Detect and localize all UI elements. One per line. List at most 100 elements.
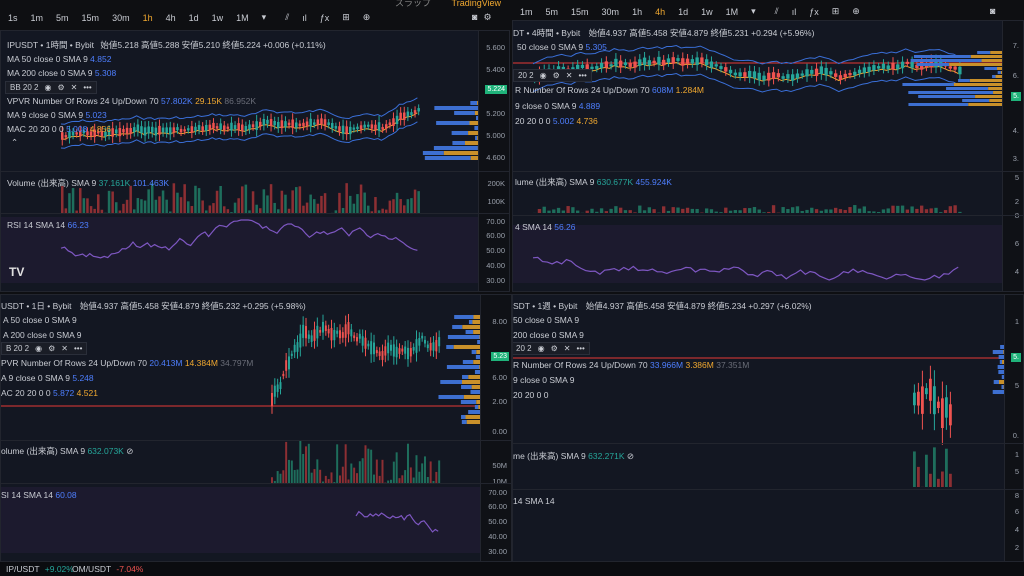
ma50-legend[interactable]: 50 close 0 SMA 9 5.305 (517, 42, 607, 52)
settings-icon[interactable]: ⚙ (483, 12, 491, 23)
volume-subpane[interactable]: Volume (出来高) SMA 9 37.161K 101.463K (1, 171, 509, 188)
ma200-legend[interactable]: A 200 close 0 SMA 9 (3, 330, 81, 340)
symbol-legend[interactable]: USDT • 1日 • Bybit 始値4.937 高値5.458 安値4.87… (1, 300, 306, 312)
rsi-subpane[interactable]: 4 SMA 14 56.26 (513, 215, 1023, 232)
eye-icon[interactable]: ◉ (44, 83, 51, 92)
close-icon[interactable]: ✕ (71, 83, 78, 92)
chart-pane-1d[interactable]: 8.00 6.00 2.00 0.00 5.23 50M 10M 70.00 6… (0, 294, 512, 562)
volume-subpane[interactable]: lume (出来高) SMA 9 630.677K 455.924K (513, 171, 1023, 187)
interval-1d[interactable]: 1d (678, 7, 688, 17)
close-icon[interactable]: ✕ (566, 71, 573, 80)
price-axis[interactable]: 5.600 5.400 5.200 5.000 4.600 5.224 200K… (478, 31, 509, 291)
interval-30m[interactable]: 30m (602, 7, 620, 17)
bb-legend-controls[interactable]: 20 2 ◉ ⚙ ✕ ••• (513, 69, 592, 82)
replay-icon[interactable]: ⊕ (852, 6, 860, 17)
macd-legend[interactable]: AC 20 20 0 0 5.872 4.521 (1, 388, 98, 398)
rsi-legend[interactable]: RSI 14 SMA 14 66.23 (7, 220, 89, 230)
settings-icon[interactable]: ⚙ (57, 83, 64, 92)
eye-icon[interactable]: ◉ (540, 71, 547, 80)
symbol-legend[interactable]: SDT • 1週 • Bybit 始値4.937 高値5.458 安値4.879… (513, 300, 812, 312)
close-icon[interactable]: ✕ (564, 344, 571, 353)
bb-legend-controls[interactable]: B 20 2 ◉ ⚙ ✕ ••• (1, 342, 88, 355)
vpvr-legend[interactable]: PVR Number Of Rows 24 Up/Down 70 20.413M… (1, 358, 253, 368)
price-axis[interactable]: 8.00 6.00 2.00 0.00 5.23 50M 10M 70.00 6… (480, 295, 511, 561)
replay-icon[interactable]: ⊕ (363, 12, 371, 23)
symbol-legend[interactable]: IPUSDT • 1時間 • Bybit 始値5.218 高値5.288 安値5… (7, 39, 326, 51)
ma50-legend[interactable]: A 50 close 0 SMA 9 (3, 315, 77, 325)
interval-1w[interactable]: 1w (701, 7, 713, 17)
price-axis[interactable]: 7. 6. 4. 3. 5. 5 2 8 6 4 (1002, 21, 1023, 291)
more-icon[interactable]: ••• (576, 344, 584, 353)
fx-icon[interactable]: ƒx (320, 13, 330, 23)
interval-1m[interactable]: 1m (31, 13, 44, 23)
rsi-legend[interactable]: 4 SMA 14 56.26 (515, 222, 576, 232)
indicator-icon[interactable]: ⫽ (285, 12, 289, 23)
interval-1w[interactable]: 1w (212, 13, 224, 23)
interval-5m[interactable]: 5m (56, 13, 69, 23)
layout-icon[interactable]: ⊞ (342, 12, 350, 23)
macd-legend[interactable]: 20 20 0 0 5.002 4.736 (515, 116, 598, 126)
ma9-legend[interactable]: 9 close 0 SMA 9 4.889 (515, 101, 600, 111)
ma200-legend[interactable]: MA 200 close 0 SMA 9 5.308 (7, 68, 116, 78)
interval-1h[interactable]: 1h (632, 7, 642, 17)
layout-icon[interactable]: ⊞ (832, 6, 840, 17)
interval-4h[interactable]: 4h (655, 7, 665, 17)
vpvr-legend[interactable]: R Number Of Rows 24 Up/Down 70 33.966M 3… (513, 360, 749, 370)
volume-legend[interactable]: olume (出来高) SMA 9 632.073K ⊘ (1, 445, 133, 457)
ma9-legend[interactable]: A 9 close 0 SMA 9 5.248 (1, 373, 94, 383)
ticker-item-ipusdt[interactable]: IP/USDT +9.02% (6, 564, 74, 574)
interval-1M[interactable]: 1M (236, 13, 249, 23)
ma50-legend[interactable]: MA 50 close 0 SMA 9 4.852 (7, 54, 111, 64)
fx-icon[interactable]: ƒx (809, 7, 819, 17)
rsi-subpane[interactable]: RSI 14 SMA 14 66.23 (1, 213, 509, 230)
collapse-icon[interactable]: ⌃ (11, 137, 18, 148)
ma200-legend[interactable]: 200 close 0 SMA 9 (513, 330, 584, 340)
candle-type-icon[interactable]: ıl (792, 7, 797, 17)
hidden-icon[interactable]: ⊘ (126, 446, 133, 456)
interval-15m[interactable]: 15m (82, 13, 100, 23)
rsi-legend[interactable]: 14 SMA 14 (513, 496, 555, 506)
candle-type-icon[interactable]: ıl (302, 13, 307, 23)
interval-4h[interactable]: 4h (166, 13, 176, 23)
vpvr-legend[interactable]: R Number Of Rows 24 Up/Down 70 608M 1.28… (515, 85, 704, 95)
rsi-subpane[interactable]: SI 14 SMA 14 60.08 (1, 483, 511, 500)
vpvr-legend[interactable]: VPVR Number Of Rows 24 Up/Down 70 57.802… (7, 96, 256, 106)
bb-legend-controls[interactable]: 20 2 ◉ ⚙ ✕ ••• (513, 342, 590, 355)
close-icon[interactable]: ✕ (61, 344, 68, 353)
ma9-legend[interactable]: MA 9 close 0 SMA 9 5.023 (7, 110, 107, 120)
volume-legend[interactable]: me (出来高) SMA 9 632.271K ⊘ (513, 450, 634, 462)
chart-pane-4h[interactable]: 7. 6. 4. 3. 5. 5 2 8 6 4 DT • 4時間 • Bybi… (512, 20, 1024, 292)
rsi-subpane[interactable]: 14 SMA 14 (513, 489, 1023, 506)
settings-icon[interactable]: ⚙ (553, 71, 560, 80)
chart-pane-1w[interactable]: 1 5. 5 0. 1 5 8 6 4 2 SDT • 1週 • Bybit 始… (512, 294, 1024, 562)
interval-15m[interactable]: 15m (571, 7, 589, 17)
camera-icon[interactable]: ◙ (472, 12, 477, 23)
interval-30m[interactable]: 30m (112, 13, 130, 23)
macd-legend[interactable]: 20 20 0 0 (513, 390, 548, 400)
interval-5m[interactable]: 5m (546, 7, 559, 17)
settings-icon[interactable]: ⚙ (48, 344, 55, 353)
volume-legend[interactable]: lume (出来高) SMA 9 630.677K 455.924K (515, 176, 672, 188)
interval-1d[interactable]: 1d (189, 13, 199, 23)
chart-canvas-4h[interactable] (513, 21, 1024, 292)
more-icon[interactable]: ••• (74, 344, 82, 353)
ma9-legend[interactable]: 9 close 0 SMA 9 (513, 375, 574, 385)
eye-icon[interactable]: ◉ (35, 344, 42, 353)
eye-icon[interactable]: ◉ (538, 344, 545, 353)
chart-pane-1h[interactable]: 5.600 5.400 5.200 5.000 4.600 5.224 200K… (0, 30, 510, 292)
more-icon[interactable]: ••• (83, 83, 91, 92)
rsi-legend[interactable]: SI 14 SMA 14 60.08 (1, 490, 77, 500)
chart-canvas-1w[interactable] (513, 295, 1024, 562)
interval-1m[interactable]: 1m (520, 7, 533, 17)
macd-legend[interactable]: MAC 20 20 0 0 5.008 4.856 (7, 124, 111, 134)
interval-1s[interactable]: 1s (8, 13, 18, 23)
volume-legend[interactable]: Volume (出来高) SMA 9 37.161K 101.463K (7, 177, 169, 189)
volume-subpane[interactable]: me (出来高) SMA 9 632.271K ⊘ (513, 443, 1023, 461)
camera-icon[interactable]: ◙ (990, 6, 995, 16)
price-axis[interactable]: 1 5. 5 0. 1 5 8 6 4 2 (1004, 295, 1023, 561)
chevron-down-icon[interactable]: ▾ (751, 6, 756, 17)
ma50-legend[interactable]: 50 close 0 SMA 9 (513, 315, 579, 325)
interval-1M[interactable]: 1M (726, 7, 739, 17)
ticker-item-omusdt[interactable]: OM/USDT -7.04% (72, 564, 143, 574)
chevron-down-icon[interactable]: ▾ (262, 12, 267, 23)
